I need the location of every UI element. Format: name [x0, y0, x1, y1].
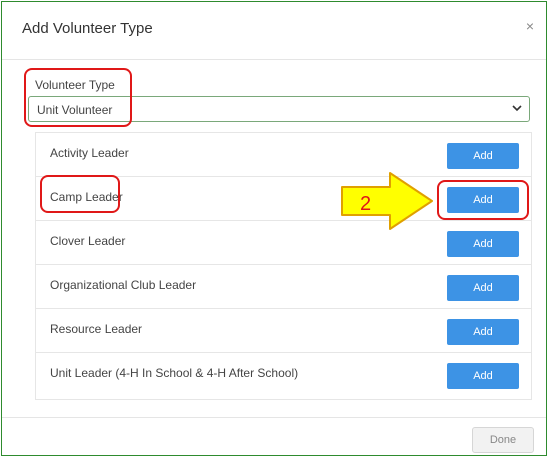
add-button[interactable]: Add — [447, 319, 519, 345]
list-item: Clover Leader Add — [36, 221, 531, 265]
row-label: Activity Leader — [50, 146, 129, 160]
row-label: Clover Leader — [50, 234, 126, 248]
highlight-camp-add-button — [437, 180, 529, 220]
add-button[interactable]: Add — [447, 231, 519, 257]
list-item: Activity Leader Add — [36, 133, 531, 177]
add-button[interactable]: Add — [447, 143, 519, 169]
dialog-frame: Add Volunteer Type × Volunteer Type Unit… — [1, 1, 547, 456]
step-arrow-icon: 2 — [341, 172, 433, 230]
row-label: Unit Leader (4-H In School & 4-H After S… — [50, 366, 299, 380]
list-item: Resource Leader Add — [36, 309, 531, 353]
highlight-volunteer-type — [24, 68, 132, 127]
list-item: Organizational Club Leader Add — [36, 265, 531, 309]
add-button[interactable]: Add — [447, 363, 519, 389]
highlight-camp-leader — [40, 175, 120, 213]
close-icon[interactable]: × — [526, 18, 534, 34]
add-button[interactable]: Add — [447, 275, 519, 301]
list-item: Unit Leader (4-H In School & 4-H After S… — [36, 353, 531, 397]
dialog-header: Add Volunteer Type × — [2, 2, 546, 60]
step-number: 2 — [360, 193, 371, 215]
row-label: Resource Leader — [50, 322, 143, 336]
row-label: Organizational Club Leader — [50, 278, 197, 292]
chevron-down-icon — [511, 100, 523, 119]
footer-divider — [2, 417, 546, 418]
done-button[interactable]: Done — [472, 427, 534, 453]
dialog-title: Add Volunteer Type — [22, 20, 153, 37]
volunteer-type-list: Activity Leader Add Camp Leader Add Clov… — [35, 132, 532, 400]
